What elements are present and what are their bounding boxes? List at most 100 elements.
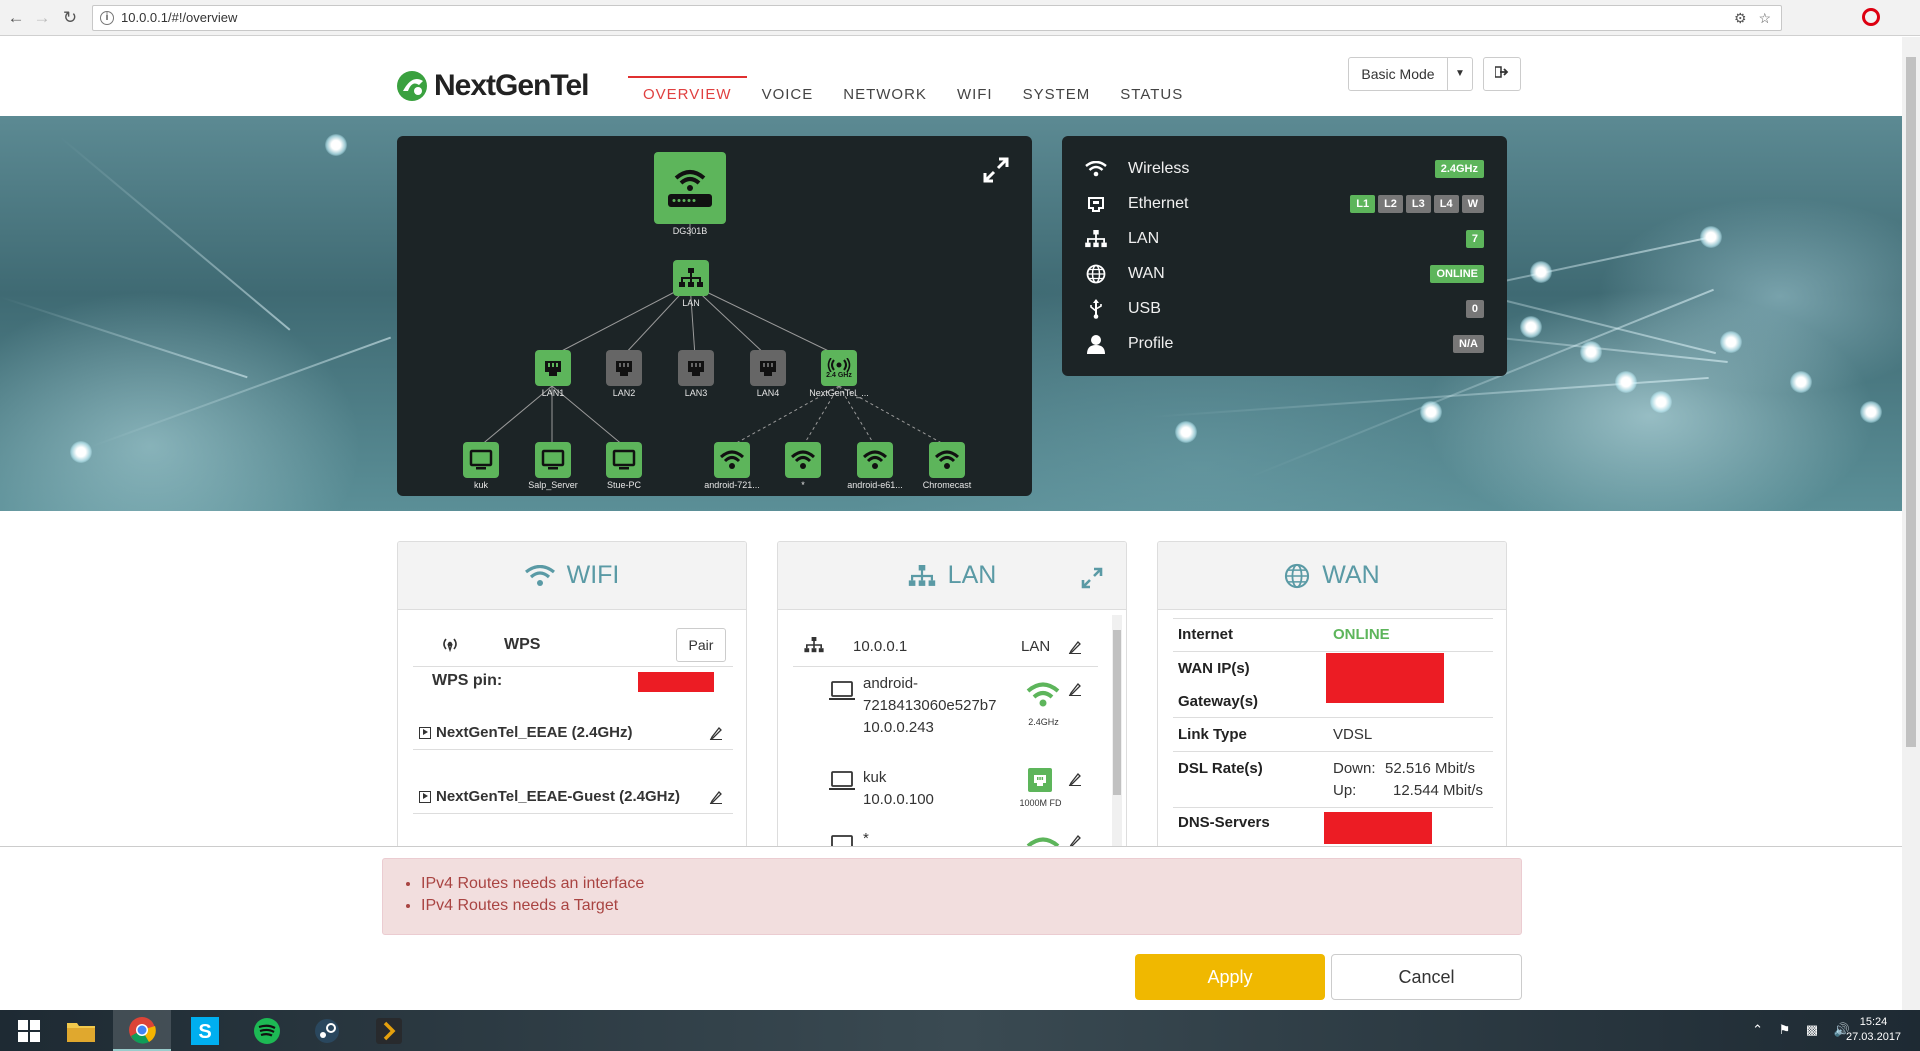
divider	[1173, 618, 1493, 619]
system-tray: ⌃ ⚑ ▩ 🔊	[1752, 1022, 1850, 1038]
extension-icon[interactable]: ⚙	[1734, 10, 1747, 26]
wifi-network-row[interactable]: NextGenTel_EEAE (2.4GHz)	[413, 716, 733, 750]
port-node-lan4[interactable]: LAN4	[742, 350, 794, 398]
nextgentel-logo[interactable]: NextGenTel	[395, 66, 589, 106]
port-node-lan3[interactable]: LAN3	[670, 350, 722, 398]
client-label: Stue-PC	[606, 480, 641, 490]
file-explorer-icon[interactable]	[52, 1010, 110, 1051]
port-label: LAN4	[756, 388, 780, 398]
status-row-wan[interactable]: WAN ONLINE	[1084, 259, 1484, 289]
nav-wifi[interactable]: WIFI	[942, 76, 1008, 104]
expand-icon[interactable]	[982, 156, 1010, 184]
expand-arrow-icon[interactable]	[419, 726, 431, 739]
expand-arrow-icon[interactable]	[419, 790, 431, 803]
lan-list-scroll-thumb[interactable]	[1113, 630, 1121, 795]
error-message: IPv4 Routes needs a Target	[421, 897, 644, 915]
status-label: Wireless	[1128, 160, 1190, 177]
wifi-link-icon	[1026, 682, 1060, 713]
forward-icon[interactable]: →	[32, 8, 52, 28]
status-row-ethernet[interactable]: Ethernet L1 L2 L3 L4 W	[1084, 189, 1484, 219]
apply-button[interactable]: Apply	[1135, 954, 1325, 1000]
client-node[interactable]: Stue-PC	[598, 442, 650, 490]
wan-row-internet: Internet ONLINE	[1173, 624, 1493, 652]
error-message: IPv4 Routes needs an interface	[421, 875, 644, 893]
dsl-up-value: 12.544 Mbit/s	[1393, 782, 1484, 799]
chrome-icon[interactable]	[113, 1010, 171, 1051]
opera-icon[interactable]	[1862, 8, 1880, 26]
bookmark-star-icon[interactable]: ☆	[1758, 10, 1771, 26]
lan-device-row[interactable]: android- 7218413060e527b7 10.0.0.243 2.4…	[778, 668, 1118, 753]
expand-icon[interactable]	[1080, 566, 1104, 597]
lan-hub-node[interactable]: LAN	[665, 260, 717, 308]
nav-status[interactable]: STATUS	[1105, 76, 1198, 104]
status-row-usb[interactable]: USB 0	[1084, 294, 1484, 324]
steam-icon[interactable]	[298, 1010, 356, 1051]
wan-label: Internet	[1178, 626, 1234, 643]
taskbar-clock[interactable]: 15:24 27.03.2017	[1846, 1015, 1901, 1045]
wifi-icon	[714, 442, 750, 478]
wifi-icon	[524, 564, 555, 587]
reload-icon[interactable]: ↻	[60, 8, 80, 28]
user-icon	[1084, 334, 1108, 354]
address-bar[interactable]: i 10.0.0.1/#!/overview ⚙ ☆	[92, 5, 1782, 31]
flag-icon[interactable]: ⚑	[1779, 1022, 1791, 1037]
edit-icon[interactable]	[709, 790, 723, 805]
nav-overview[interactable]: OVERVIEW	[628, 76, 747, 104]
device-ip: 10.0.0.100	[863, 791, 934, 808]
client-label: Salp_Server	[528, 480, 578, 490]
client-node[interactable]: android-721...	[701, 442, 763, 490]
chevron-up-icon[interactable]: ⌃	[1752, 1022, 1763, 1037]
logout-icon[interactable]	[1483, 57, 1521, 91]
status-badge: 7	[1465, 230, 1484, 248]
wps-icon	[440, 636, 460, 657]
client-node[interactable]: Salp_Server	[522, 442, 584, 490]
status-badge: W	[1461, 195, 1484, 213]
wifi-network-row[interactable]: NextGenTel_EEAE-Guest (2.4GHz)	[413, 780, 733, 814]
client-node[interactable]: android-e61...	[844, 442, 906, 490]
skype-icon[interactable]: S	[176, 1010, 234, 1051]
port-label: LAN3	[684, 388, 708, 398]
status-label: LAN	[1128, 230, 1160, 247]
status-row-profile[interactable]: Profile N/A	[1084, 329, 1484, 359]
port-node-wifi-ap[interactable]: 2.4 GHz NextGenTel_...	[809, 350, 869, 398]
windows-start-icon[interactable]	[0, 1010, 58, 1051]
wan-label: Gateway(s)	[1178, 693, 1259, 710]
status-row-wireless[interactable]: Wireless 2.4GHz	[1084, 154, 1484, 184]
info-icon[interactable]: i	[100, 11, 114, 25]
divider	[413, 666, 733, 667]
client-node[interactable]: kuk	[455, 442, 507, 490]
nav-voice[interactable]: VOICE	[747, 76, 829, 104]
status-summary-panel: Wireless 2.4GHz Ethernet L1 L2 L3 L4 W L…	[1062, 136, 1507, 376]
router-node[interactable]: DG301B	[650, 152, 730, 236]
status-badge: N/A	[1453, 335, 1484, 353]
device-ip: 10.0.0.243	[863, 719, 934, 736]
nav-network[interactable]: NETWORK	[828, 76, 942, 104]
client-node[interactable]: Chromecast	[916, 442, 978, 490]
edit-icon[interactable]	[709, 726, 723, 741]
lan-device-row[interactable]: kuk 10.0.0.100 1000M FD	[778, 762, 1118, 832]
port-node-lan1[interactable]: LAN1	[527, 350, 579, 398]
status-badge: L2	[1378, 195, 1403, 213]
plex-icon[interactable]	[360, 1010, 418, 1051]
client-node[interactable]: *	[777, 442, 829, 490]
mode-select-button[interactable]: Basic Mode	[1348, 57, 1448, 91]
status-row-lan[interactable]: LAN 7	[1084, 224, 1484, 254]
redacted-dns	[1324, 812, 1432, 844]
device-link: 2.4GHz	[1028, 717, 1059, 727]
caret-down-icon[interactable]: ▼	[1447, 57, 1473, 91]
wifi-card-header: WIFI	[398, 542, 746, 610]
port-node-lan2[interactable]: LAN2	[598, 350, 650, 398]
back-icon[interactable]: ←	[6, 8, 26, 28]
page-scroll-thumb[interactable]	[1906, 57, 1916, 747]
edit-icon[interactable]	[1068, 682, 1082, 697]
globe-icon	[1284, 563, 1310, 589]
nav-system[interactable]: SYSTEM	[1008, 76, 1106, 104]
cancel-button[interactable]: Cancel	[1331, 954, 1522, 1000]
page-scrollbar[interactable]	[1902, 37, 1920, 1010]
port-label: LAN1	[541, 388, 565, 398]
pair-button[interactable]: Pair	[676, 628, 726, 662]
edit-icon[interactable]	[1068, 772, 1082, 787]
edit-icon[interactable]	[1068, 640, 1082, 655]
spotify-icon[interactable]	[238, 1010, 296, 1051]
network-icon[interactable]: ▩	[1806, 1022, 1818, 1037]
